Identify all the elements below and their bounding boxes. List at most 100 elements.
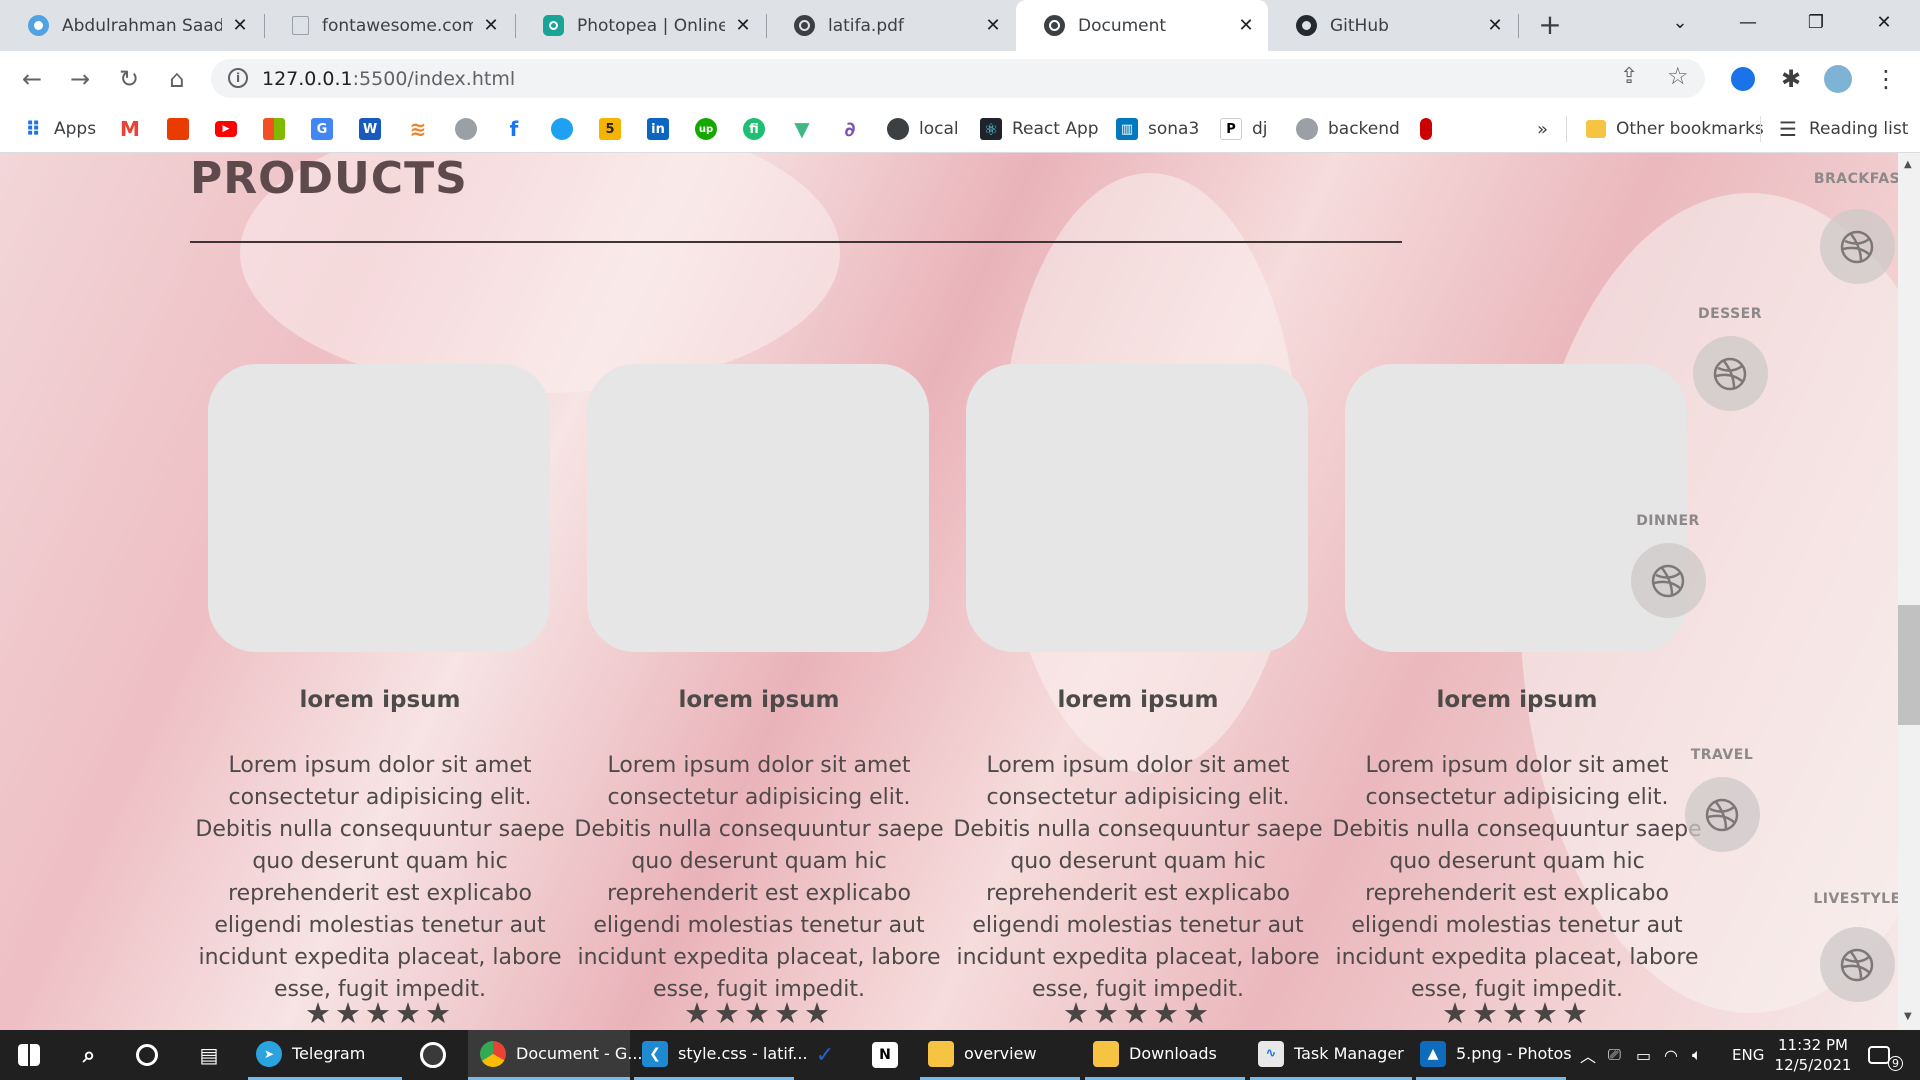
vue-icon: ▼ — [794, 117, 810, 141]
close-tab-icon[interactable]: ✕ — [230, 15, 250, 36]
taskbar-photos[interactable]: ▲ 5.png - Photos — [1416, 1030, 1572, 1080]
windows-start-icon — [18, 1044, 40, 1066]
close-tab-icon[interactable]: ✕ — [481, 15, 501, 36]
clock[interactable]: 11:32 PM 12/5/2021 — [1770, 1035, 1856, 1075]
bookmark-stackoverflow[interactable]: ≋ — [407, 116, 439, 142]
more-bookmarks-button[interactable]: » — [1537, 116, 1548, 142]
tab-abdulrahman[interactable]: Abdulrahman Saad | ✕ — [0, 0, 262, 51]
heading-underline — [190, 241, 1402, 243]
bookmark-local[interactable]: local — [887, 116, 959, 142]
sidenav-breakfast[interactable]: BRACKFAS — [1812, 171, 1898, 284]
taskbar-telegram[interactable]: ➤ Telegram — [248, 1030, 402, 1080]
close-tab-icon[interactable]: ✕ — [733, 15, 753, 36]
tab-search-icon[interactable]: ⌄ — [1650, 0, 1710, 44]
scroll-up-arrow-icon[interactable]: ▲ — [1904, 159, 1912, 170]
taskbar-chrome-document[interactable]: Document - G... — [468, 1030, 643, 1080]
tab-title: fontawesome.com — [322, 15, 473, 36]
restore-button[interactable]: ❐ — [1786, 0, 1846, 44]
menu-kebab-icon[interactable]: ⋮ — [1870, 63, 1902, 95]
taskbar-obs[interactable] — [420, 1030, 456, 1080]
product-description: Lorem ipsum dolor sit amet consectetur a… — [195, 753, 565, 1002]
show-hidden-icons[interactable]: ︿ — [1580, 1030, 1596, 1080]
scrollbar-thumb[interactable] — [1898, 605, 1920, 725]
bookmark-vue[interactable]: ▼ — [791, 116, 823, 142]
taskbar-overview-folder[interactable]: overview — [920, 1030, 1080, 1080]
feather-icon: ∂ — [844, 117, 856, 141]
taskbar-downloads-folder[interactable]: Downloads — [1085, 1030, 1245, 1080]
bookmark-github[interactable] — [455, 116, 487, 142]
notifications-button[interactable]: 9 — [1868, 1030, 1908, 1080]
bookmark-react-app[interactable]: ⚛ React App — [980, 116, 1099, 142]
meet-icon[interactable]: ⎚ — [1608, 1030, 1621, 1080]
reading-list[interactable]: ☰ Reading list — [1777, 116, 1908, 142]
cortana-button[interactable] — [136, 1030, 168, 1080]
bookmark-facebook[interactable]: f — [503, 116, 535, 142]
bookmark-dj[interactable]: Pdj — [1220, 116, 1268, 142]
close-tab-icon[interactable]: ✕ — [983, 15, 1003, 36]
telegram-icon: ➤ — [256, 1040, 282, 1067]
home-icon[interactable]: ⌂ — [161, 63, 193, 95]
bookmark-circle[interactable] — [551, 116, 583, 142]
new-tab-button[interactable]: + — [1536, 11, 1564, 40]
scroll-down-arrow-icon[interactable]: ▼ — [1904, 1011, 1912, 1022]
tab-latifa-pdf[interactable]: latifa.pdf ✕ — [766, 0, 1015, 51]
tab-fontawesome[interactable]: fontawesome.com ✕ — [264, 0, 513, 51]
clock-date: 12/5/2021 — [1774, 1056, 1852, 1074]
taskbar-todo[interactable]: ✓ — [812, 1030, 848, 1080]
close-tab-icon[interactable]: ✕ — [1236, 15, 1256, 36]
start-button[interactable] — [18, 1030, 50, 1080]
dribbble-icon — [1692, 336, 1768, 411]
reload-icon[interactable]: ↻ — [113, 63, 145, 95]
taskbar-vscode[interactable]: ❮ style.css - latif... — [634, 1030, 808, 1080]
bookmark-sona3[interactable]: ▥ sona3 — [1116, 116, 1199, 142]
sidenav-travel[interactable]: TRAVEL — [1675, 747, 1769, 852]
microsoft-icon — [263, 118, 285, 140]
bookmark-fiverr[interactable]: fi — [743, 116, 775, 142]
close-window-button[interactable]: ✕ — [1854, 0, 1914, 44]
minimize-button[interactable]: — — [1718, 0, 1778, 44]
bookmark-feather[interactable]: ∂ — [839, 116, 871, 142]
vscode-icon: ❮ — [642, 1040, 668, 1067]
sidenav-dessert[interactable]: DESSER — [1683, 306, 1777, 411]
bookmark-apps[interactable]: ⠿ Apps — [22, 116, 96, 142]
bookmark-word[interactable]: W — [359, 116, 391, 142]
share-icon[interactable]: ⇪ — [1620, 64, 1638, 89]
bookmark-linkedin[interactable]: in — [647, 116, 679, 142]
close-tab-icon[interactable]: ✕ — [1485, 15, 1505, 36]
tab-document[interactable]: Document ✕ — [1016, 0, 1268, 51]
search-button[interactable]: ⌕ — [76, 1030, 112, 1080]
bookmark-office[interactable] — [167, 116, 199, 142]
wifi-icon[interactable]: ◠ — [1664, 1030, 1678, 1080]
bookmark-upwork[interactable]: up — [695, 116, 727, 142]
bookmark-red[interactable] — [1420, 116, 1442, 142]
taskbar-notion[interactable]: N — [872, 1030, 908, 1080]
page-scrollbar[interactable]: ▲ ▼ — [1898, 153, 1920, 1030]
volume-icon[interactable]: 🔈︎ — [1692, 1030, 1702, 1080]
task-view-button[interactable]: ▤ — [196, 1030, 232, 1080]
info-icon[interactable]: i — [228, 68, 248, 88]
profile-avatar[interactable] — [1822, 63, 1854, 95]
gmail-icon: M — [120, 117, 140, 141]
bookmark-backend[interactable]: backend — [1296, 116, 1400, 142]
language-indicator[interactable]: ENG — [1732, 1030, 1764, 1080]
back-icon[interactable]: ← — [16, 63, 48, 95]
cortana-icon — [136, 1044, 158, 1066]
other-bookmarks[interactable]: Other bookmarks — [1586, 116, 1764, 142]
sidenav-dinner[interactable]: DINNER — [1621, 513, 1715, 618]
battery-icon[interactable]: ▭ — [1636, 1030, 1651, 1080]
taskbar-task-manager[interactable]: ∿ Task Manager — [1250, 1030, 1412, 1080]
tab-github[interactable]: GitHub ✕ — [1268, 0, 1517, 51]
star-bookmark-icon[interactable]: ☆ — [1667, 62, 1689, 90]
sidenav-lifestyle[interactable]: LIVESTYLE — [1812, 891, 1898, 1002]
forward-icon[interactable]: → — [64, 63, 96, 95]
bookmark-microsoft[interactable] — [263, 116, 295, 142]
bookmark-gmail[interactable]: M — [119, 116, 151, 142]
bookmark-youtube[interactable]: ▶ — [215, 116, 247, 142]
bookmark-five[interactable]: 5 — [599, 116, 631, 142]
tab-photopea[interactable]: Photopea | Online Ph ✕ — [515, 0, 765, 51]
address-bar[interactable]: i 127.0.0.1:5500/index.html ⇪ ☆ — [211, 59, 1705, 98]
notification-count: 9 — [1888, 1056, 1903, 1071]
extensions-puzzle-icon[interactable]: ✱ — [1775, 63, 1807, 95]
bookmark-translate[interactable]: G — [311, 116, 343, 142]
extension-globe-icon[interactable] — [1727, 63, 1759, 95]
